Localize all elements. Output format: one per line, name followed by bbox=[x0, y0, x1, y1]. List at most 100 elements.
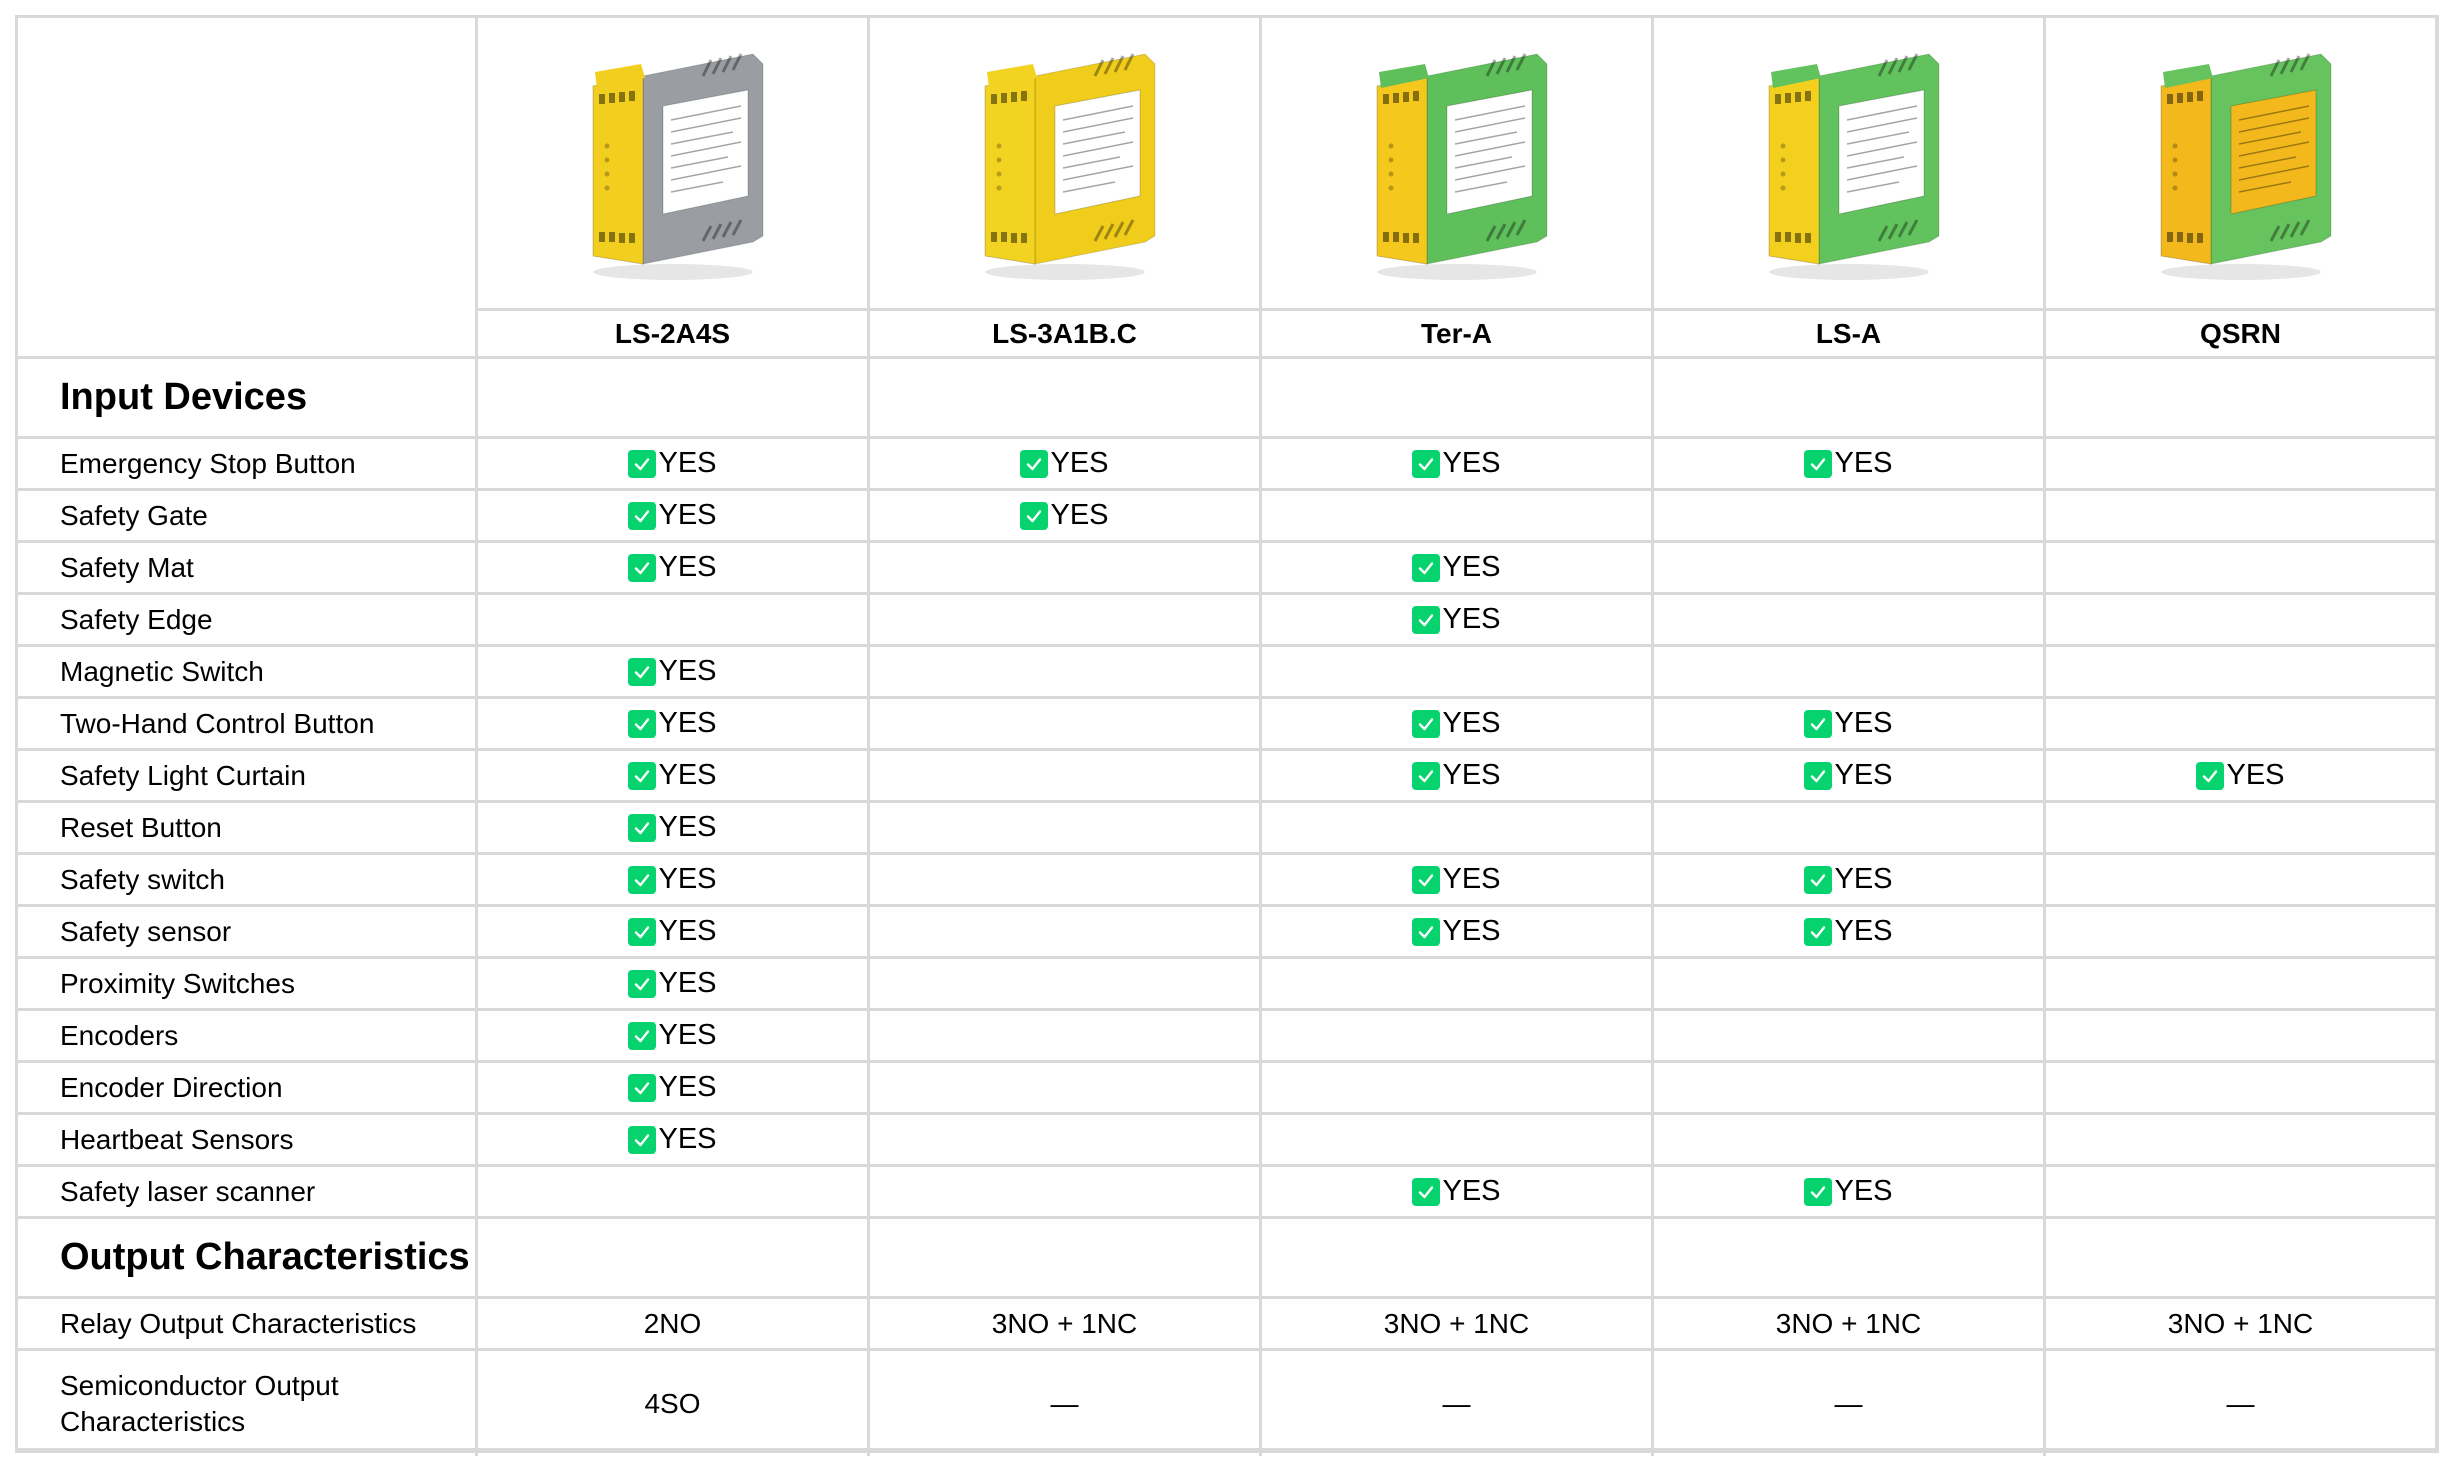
checkmark-icon bbox=[628, 657, 657, 686]
value-cell bbox=[1654, 647, 2046, 696]
value-cell bbox=[870, 1011, 1262, 1060]
empty-cell bbox=[870, 1219, 1262, 1296]
value-cell bbox=[2046, 699, 2435, 748]
row-label: Reset Button bbox=[18, 803, 478, 852]
value-cell bbox=[870, 543, 1262, 592]
empty-cell bbox=[1262, 1219, 1654, 1296]
yes-label: YES bbox=[658, 759, 717, 791]
yes-indicator: YES bbox=[1804, 447, 1893, 480]
yes-indicator: YES bbox=[628, 447, 717, 480]
row-label: Proximity Switches bbox=[18, 959, 478, 1008]
row-label-text: Safety Mat bbox=[60, 551, 194, 583]
yes-indicator: YES bbox=[1020, 447, 1109, 480]
value-cell: — bbox=[870, 1351, 1262, 1456]
yes-indicator: YES bbox=[1412, 447, 1501, 480]
yes-indicator: YES bbox=[628, 759, 717, 792]
product-name: LS-A bbox=[1815, 317, 1882, 349]
section-header-row: Input Devices bbox=[18, 359, 2435, 439]
value-cell bbox=[870, 1167, 1262, 1216]
yes-label: YES bbox=[658, 447, 717, 479]
checkmark-icon bbox=[1804, 1177, 1833, 1206]
value-cell bbox=[870, 647, 1262, 696]
value-cell bbox=[2046, 907, 2435, 956]
section-title: Output Characteristics bbox=[18, 1219, 478, 1296]
value-cell: YES bbox=[1654, 439, 2046, 488]
yes-indicator: YES bbox=[1804, 1175, 1893, 1208]
value-cell bbox=[870, 699, 1262, 748]
yes-label: YES bbox=[658, 1123, 717, 1155]
checkmark-icon bbox=[628, 969, 657, 998]
comparison-table: LS-2A4S LS-3A1B.C Ter-A LS-A QSRN Input Devic… bbox=[15, 15, 2439, 1456]
empty-cell bbox=[2046, 359, 2435, 436]
value-cell bbox=[870, 855, 1262, 904]
value-cell bbox=[1654, 1063, 2046, 1112]
yes-label: YES bbox=[1442, 863, 1501, 895]
yes-label: YES bbox=[1050, 447, 1109, 479]
checkmark-icon bbox=[628, 865, 657, 894]
row-label-text: Safety Edge bbox=[60, 603, 213, 635]
checkmark-icon bbox=[1804, 449, 1833, 478]
yes-label: YES bbox=[1442, 551, 1501, 583]
green-safety-relay-icon bbox=[1739, 36, 1959, 291]
row-label-text: Heartbeat Sensors bbox=[60, 1123, 294, 1155]
yes-indicator: YES bbox=[1804, 863, 1893, 896]
table-row: Safety Light Curtain YES YES YES YES bbox=[18, 751, 2435, 803]
value-cell bbox=[870, 595, 1262, 644]
yes-label: YES bbox=[1442, 1175, 1501, 1207]
value-cell bbox=[2046, 1115, 2435, 1164]
yes-label: YES bbox=[1050, 499, 1109, 531]
value-cell bbox=[1654, 543, 2046, 592]
value-cell bbox=[1654, 595, 2046, 644]
value-cell: 3NO + 1NC bbox=[1654, 1299, 2046, 1348]
value-cell: 3NO + 1NC bbox=[1262, 1299, 1654, 1348]
yes-indicator: YES bbox=[628, 811, 717, 844]
value-cell bbox=[1262, 1115, 1654, 1164]
row-label: Relay Output Characteristics bbox=[18, 1299, 478, 1348]
yes-label: YES bbox=[1834, 707, 1893, 739]
value-text: 3NO + 1NC bbox=[991, 1307, 1138, 1339]
value-cell bbox=[1262, 491, 1654, 540]
row-label: Magnetic Switch bbox=[18, 647, 478, 696]
value-cell: YES bbox=[478, 1115, 870, 1164]
value-cell: — bbox=[1262, 1351, 1654, 1456]
product-name: Ter-A bbox=[1420, 317, 1493, 349]
yes-label: YES bbox=[658, 915, 717, 947]
yes-indicator: YES bbox=[1412, 863, 1501, 896]
row-label: Safety switch bbox=[18, 855, 478, 904]
row-label: Two-Hand Control Button bbox=[18, 699, 478, 748]
value-cell: YES bbox=[478, 1011, 870, 1060]
product-name: LS-2A4S bbox=[614, 317, 731, 349]
yes-label: YES bbox=[658, 1071, 717, 1103]
yes-label: YES bbox=[658, 863, 717, 895]
row-label: Safety Gate bbox=[18, 491, 478, 540]
checkmark-icon bbox=[628, 1021, 657, 1050]
value-cell: YES bbox=[1262, 699, 1654, 748]
value-cell: YES bbox=[478, 699, 870, 748]
table-row: Semiconductor Output Characteristics 4SO —… bbox=[18, 1351, 2435, 1456]
value-cell: YES bbox=[478, 647, 870, 696]
value-cell bbox=[2046, 803, 2435, 852]
value-cell: YES bbox=[1654, 699, 2046, 748]
value-cell: YES bbox=[478, 543, 870, 592]
row-label-text: Safety switch bbox=[60, 863, 225, 895]
yes-label: YES bbox=[658, 1019, 717, 1051]
row-label: Encoder Direction bbox=[18, 1063, 478, 1112]
checkmark-icon bbox=[628, 1125, 657, 1154]
empty-cell bbox=[478, 359, 870, 436]
checkmark-icon bbox=[1804, 709, 1833, 738]
product-image-qsrn bbox=[2046, 18, 2435, 311]
product-name-cell: LS-3A1B.C bbox=[870, 311, 1262, 356]
yes-label: YES bbox=[1442, 759, 1501, 791]
value-text: 3NO + 1NC bbox=[1383, 1307, 1530, 1339]
yes-indicator: YES bbox=[1804, 915, 1893, 948]
row-label: Semiconductor Output Characteristics bbox=[18, 1351, 478, 1456]
yes-label: YES bbox=[658, 811, 717, 843]
empty-cell bbox=[1654, 359, 2046, 436]
yellow-grey-safety-relay-icon bbox=[563, 36, 783, 291]
yes-indicator: YES bbox=[628, 1019, 717, 1052]
green-orange-safety-relay-icon bbox=[2131, 36, 2351, 291]
value-cell bbox=[1654, 491, 2046, 540]
yes-label: YES bbox=[1834, 759, 1893, 791]
product-name-cell: LS-A bbox=[1654, 311, 2046, 356]
yellow-safety-relay-icon bbox=[955, 36, 1175, 291]
